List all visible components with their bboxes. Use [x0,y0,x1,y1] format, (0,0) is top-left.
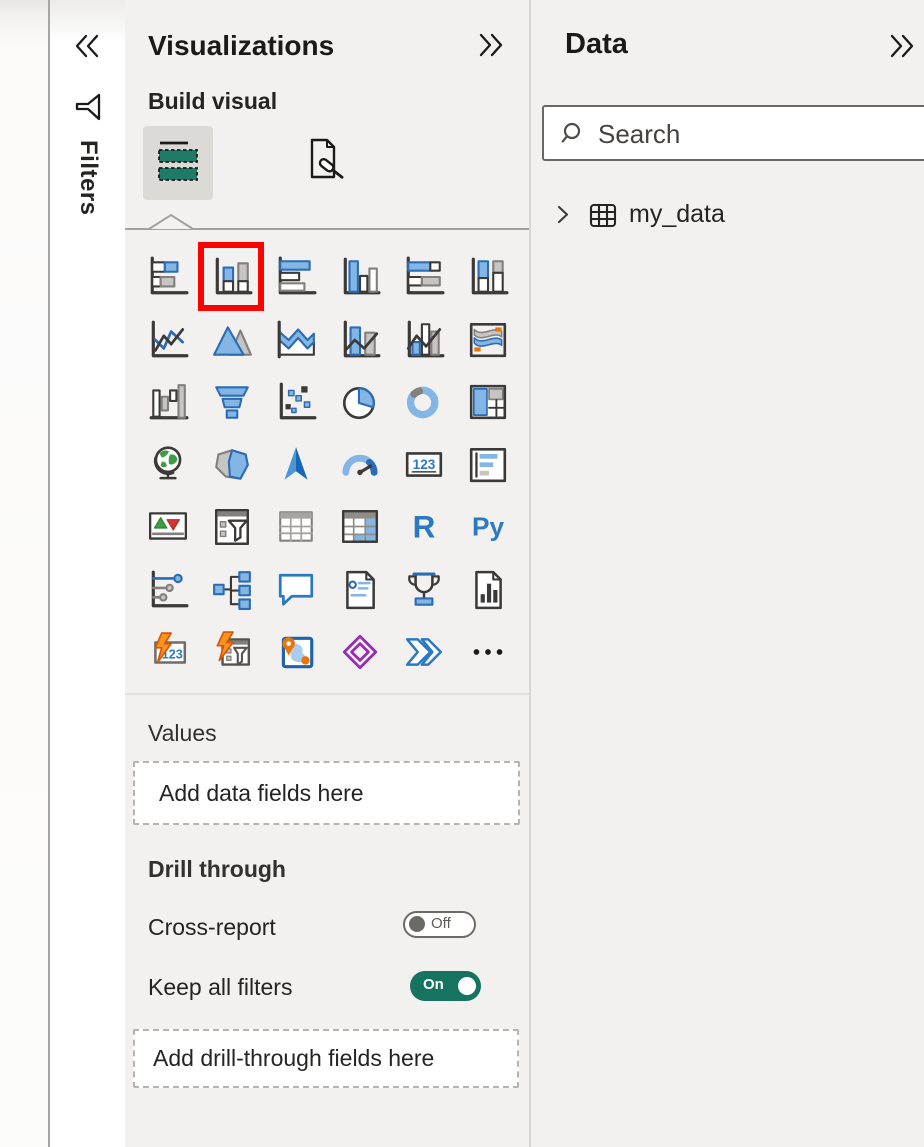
search-input[interactable] [596,107,924,161]
visual-icon-r-script-visual[interactable]: R [392,496,456,559]
visual-icon-line-chart[interactable] [136,309,200,372]
visual-icon-stacked-area-chart[interactable] [264,309,328,372]
visual-icon-get-more-visuals[interactable] [456,621,520,684]
visual-icon-paginated-report[interactable] [456,559,520,622]
tab-format-visual[interactable] [291,126,361,200]
drill-through-section-label: Drill through [148,856,286,883]
visual-icon-new-slicer[interactable] [200,621,264,684]
data-search-box [542,105,924,161]
visual-icon-scatter-chart[interactable] [264,371,328,434]
visual-icon-table[interactable] [264,496,328,559]
visual-icon-filled-map[interactable] [200,434,264,497]
collapse-data-pane-button[interactable] [888,32,918,62]
visual-icon-decomposition-tree[interactable] [200,559,264,622]
visual-icon-stacked-column-chart[interactable] [200,246,264,309]
build-visual-icon [155,138,201,189]
toggle-state-label: Off [431,915,451,932]
chevron-right-icon[interactable] [552,203,574,230]
visual-icon-pie-chart[interactable] [328,371,392,434]
filters-rail-label: Filters [74,140,102,216]
filters-rail: Filters [50,0,125,1147]
values-field-well[interactable]: Add data fields here [133,761,520,825]
visual-icon-clustered-bar-chart[interactable] [264,246,328,309]
cross-report-toggle[interactable]: Off [403,911,476,938]
table-icon [588,200,618,235]
visual-icon-100-percent-stacked-bar-chart[interactable] [392,246,456,309]
visualizations-pane: Visualizations Build visual 123 R Py 123 Va… [125,0,531,1147]
visual-icon-power-automate[interactable] [392,621,456,684]
visual-icon-smart-narrative[interactable] [328,559,392,622]
build-visual-label: Build visual [148,88,277,115]
visual-icon-matrix[interactable] [328,496,392,559]
toggle-knob [409,916,425,932]
visual-icon-new-card[interactable]: 123 [136,621,200,684]
visual-icon-100-percent-stacked-column-chart[interactable] [456,246,520,309]
data-pane: Data my_data [531,0,924,1147]
svg-text:Py: Py [472,512,504,542]
visual-icon-kpi[interactable] [136,496,200,559]
expand-filters-pane-button[interactable] [73,32,101,60]
toggle-state-label: On [423,976,444,993]
visual-icon-python-visual[interactable]: Py [456,496,520,559]
visual-icon-multi-row-card[interactable] [456,434,520,497]
visual-icon-power-apps[interactable] [328,621,392,684]
visual-icon-gauge[interactable] [328,434,392,497]
visual-icon-stacked-bar-chart[interactable] [136,246,200,309]
visual-icon-arcgis-map[interactable] [264,621,328,684]
report-canvas-edge [0,0,48,1147]
visual-icon-clustered-column-chart[interactable] [328,246,392,309]
search-icon [561,121,587,152]
tab-build-visual[interactable] [143,126,213,200]
section-separator [125,693,529,695]
format-visual-icon [300,136,352,191]
visual-icon-slicer[interactable] [200,496,264,559]
visualizations-pane-title: Visualizations [148,30,334,62]
cross-report-label: Cross-report [148,914,276,941]
svg-text:123: 123 [413,457,436,472]
drill-through-field-well[interactable]: Add drill-through fields here [133,1029,519,1088]
selected-tab-caret [148,213,194,235]
visual-icon-line-and-clustered-column-chart[interactable] [392,309,456,372]
visual-icon-card[interactable]: 123 [392,434,456,497]
table-row-my-data[interactable]: my_data [542,194,922,234]
visuals-grid: 123 R Py 123 [136,246,520,684]
visual-icon-metrics[interactable] [392,559,456,622]
visual-icon-donut-chart[interactable] [392,371,456,434]
data-pane-title: Data [565,28,628,61]
values-section-label: Values [148,720,217,747]
visual-icon-ribbon-chart[interactable] [456,309,520,372]
visual-icon-line-and-stacked-column-chart[interactable] [328,309,392,372]
collapse-visualizations-pane-button[interactable] [477,31,507,61]
svg-text:R: R [413,509,436,545]
visual-icon-azure-map[interactable] [264,434,328,497]
visual-icon-map[interactable] [136,434,200,497]
visual-icon-funnel-chart[interactable] [200,371,264,434]
keep-all-filters-label: Keep all filters [148,974,292,1001]
visual-icon-key-influencers[interactable] [136,559,200,622]
keep-all-filters-toggle[interactable]: On [410,971,481,1001]
visual-icon-area-chart[interactable] [200,309,264,372]
table-name: my_data [629,194,725,234]
visual-icon-waterfall-chart[interactable] [136,371,200,434]
power-bi-panes: Filters Visualizations Build visual 123 R… [0,0,924,1147]
filter-funnel-icon [73,92,103,122]
visual-icon-treemap[interactable] [456,371,520,434]
visual-icon-q-and-a[interactable] [264,559,328,622]
toggle-knob [458,977,476,995]
